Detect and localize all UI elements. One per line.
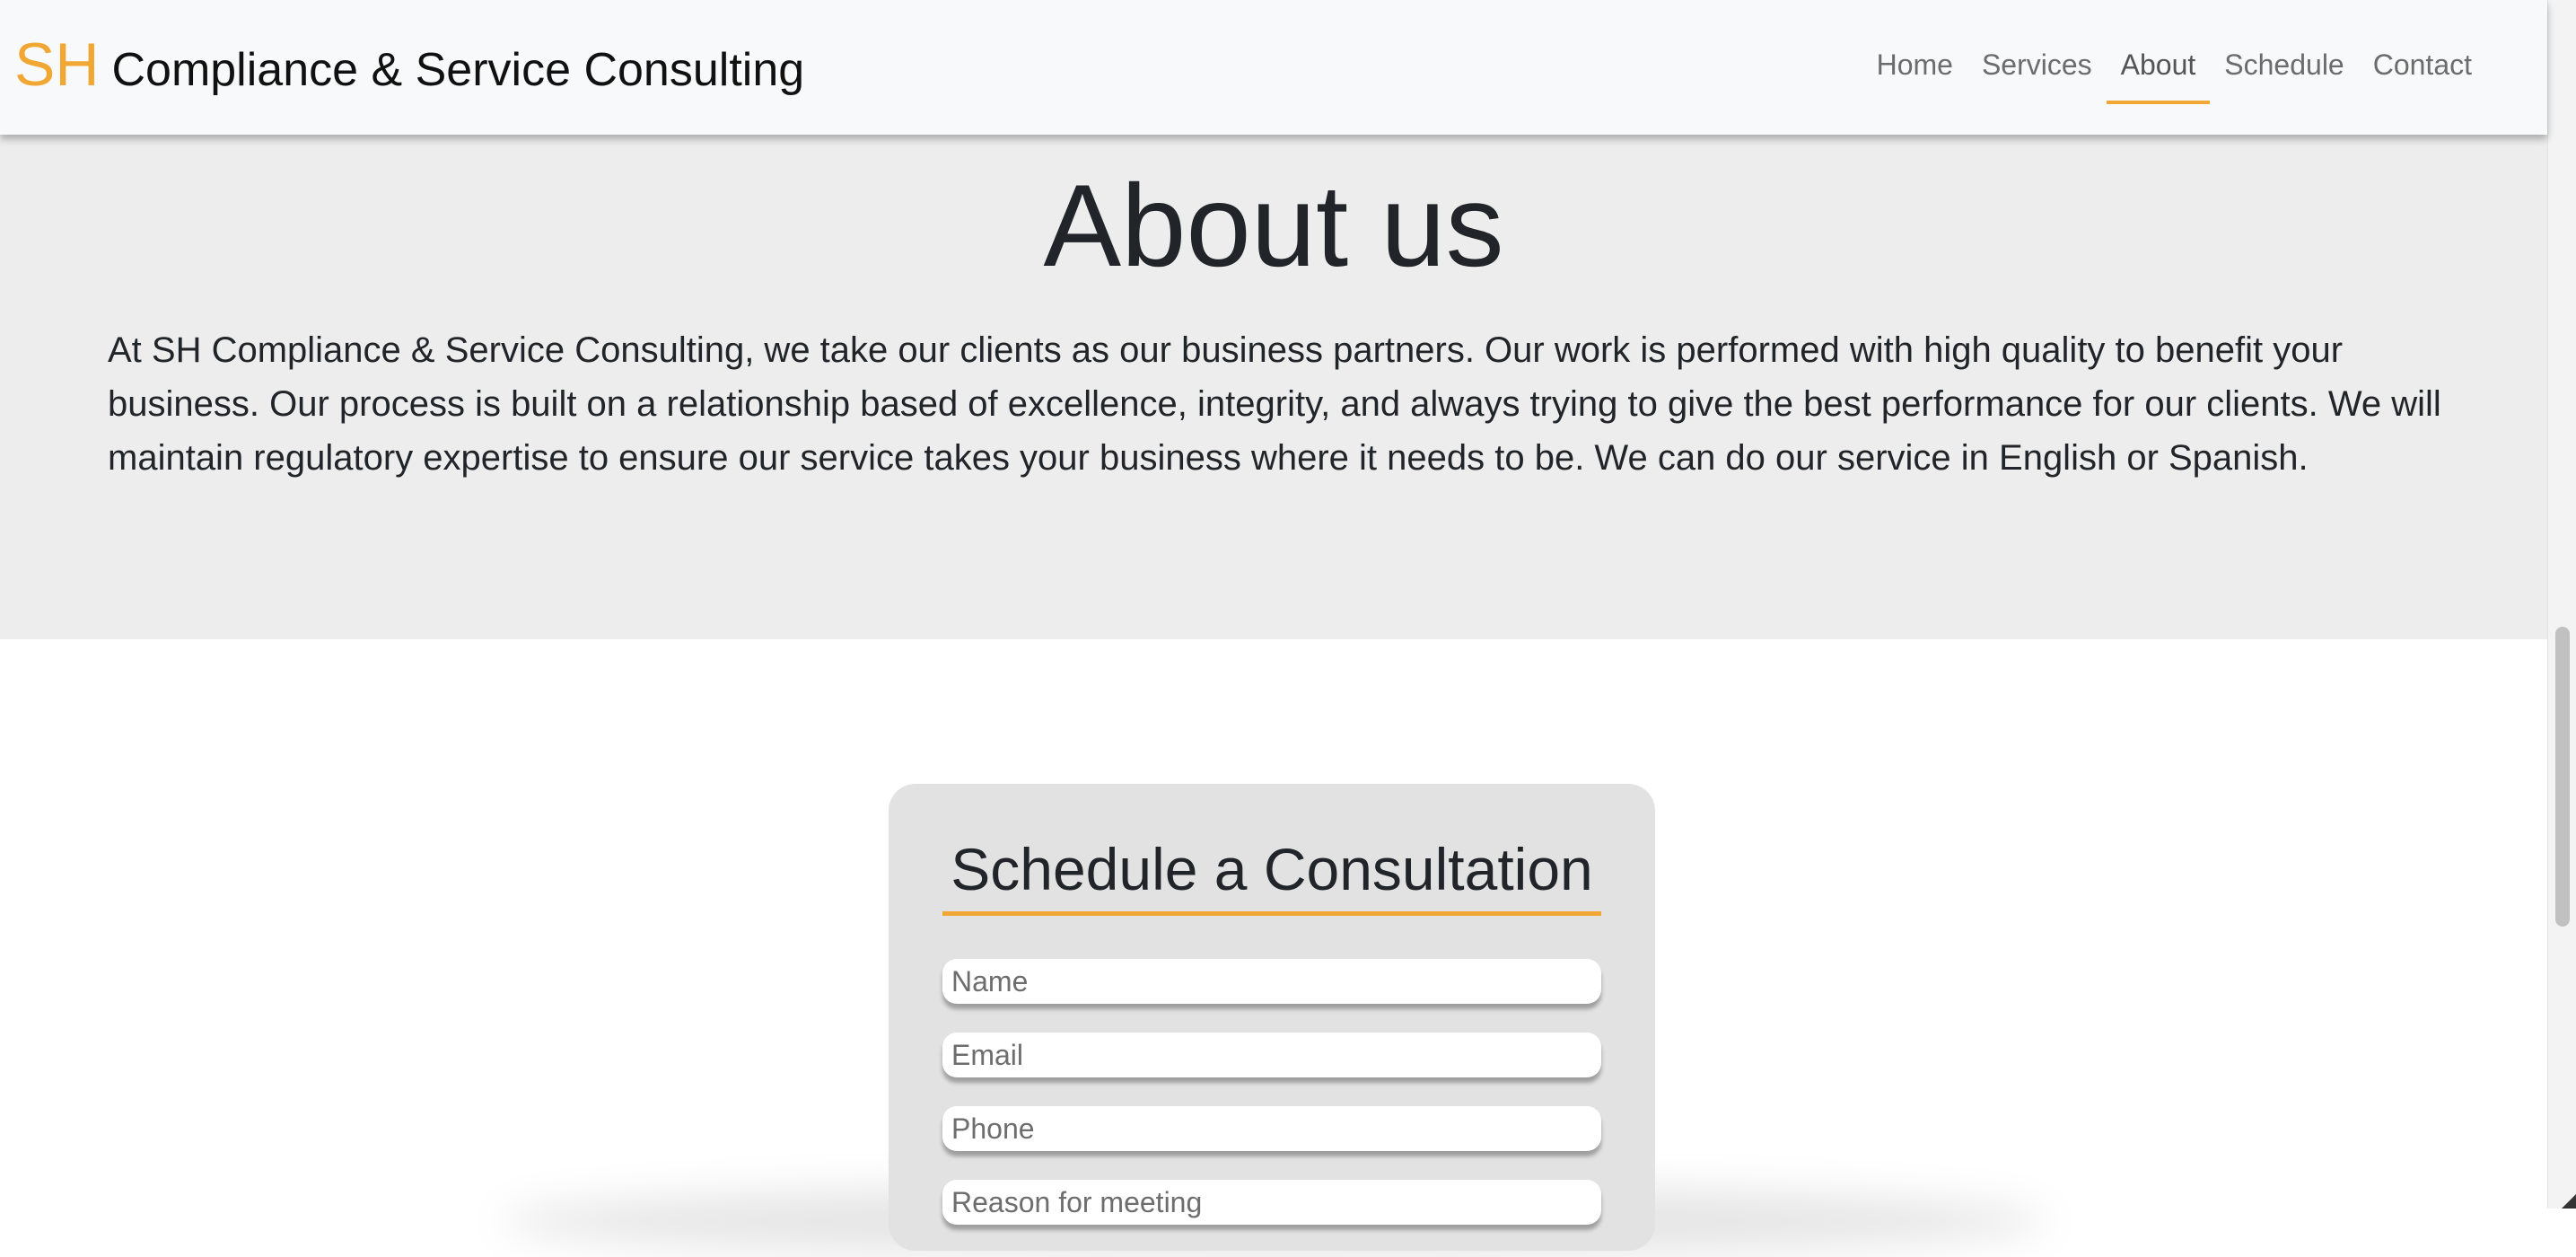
nav-schedule[interactable]: Schedule [2210, 0, 2358, 135]
about-title: About us [1043, 160, 1504, 291]
name-input[interactable] [942, 959, 1601, 1004]
nav-home[interactable]: Home [1862, 0, 1967, 135]
scrollbar-thumb[interactable] [2555, 627, 2570, 927]
navbar: SH Compliance & Service Consulting Home S… [0, 0, 2547, 135]
schedule-title-underline [942, 911, 1601, 916]
brand-name: Compliance & Service Consulting [111, 44, 805, 96]
brand-mark: SH [14, 31, 100, 99]
nav-about[interactable]: About [2106, 0, 2211, 135]
email-input[interactable] [942, 1033, 1601, 1077]
schedule-card: Schedule a Consultation [889, 784, 1655, 1251]
phone-input[interactable] [942, 1106, 1601, 1151]
schedule-title: Schedule a Consultation [951, 836, 1593, 902]
about-text: At SH Compliance & Service Consulting, w… [108, 330, 2441, 478]
nav-services[interactable]: Services [1967, 0, 2107, 135]
nav-contact[interactable]: Contact [2359, 0, 2486, 135]
resize-corner-icon [2562, 1194, 2576, 1209]
reason-input[interactable] [942, 1180, 1601, 1225]
brand-logo[interactable]: SH Compliance & Service Consulting [14, 34, 804, 95]
main-nav: Home Services About Schedule Contact [1862, 0, 2486, 135]
about-section: About us At SH Compliance & Service Cons… [0, 135, 2547, 639]
page-scrollbar[interactable] [2547, 0, 2576, 1209]
